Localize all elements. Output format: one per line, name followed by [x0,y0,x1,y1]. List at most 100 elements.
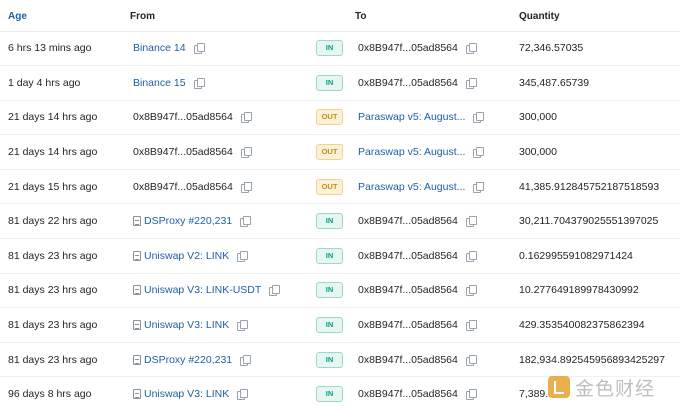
copy-icon[interactable] [465,250,477,262]
to-address[interactable]: 0x8B947f...05ad8564 [358,77,458,89]
copy-icon[interactable] [237,250,249,262]
age-cell: 96 days 8 hrs ago [8,388,92,401]
quantity-cell: 345,487.65739 [519,76,590,89]
from-address-link[interactable]: Uniswap V3: LINK [144,319,229,331]
to-address[interactable]: 0x8B947f...05ad8564 [358,250,458,262]
to-address[interactable]: 0x8B947f...05ad8564 [358,319,458,331]
age-cell: 21 days 15 hrs ago [8,180,98,193]
quantity-cell: 72,346.57035 [519,42,584,55]
to-cell: Paraswap v5: August... [358,170,485,204]
to-address-link[interactable]: Paraswap v5: August... [358,111,465,123]
from-cell: Uniswap V3: LINK [133,308,249,342]
column-header-quantity: Quantity [519,11,560,22]
copy-icon[interactable] [465,389,477,401]
from-address-link[interactable]: Uniswap V2: LINK [144,250,229,262]
copy-icon[interactable] [193,43,205,55]
to-address-link[interactable]: Paraswap v5: August... [358,146,465,158]
copy-icon[interactable] [269,285,281,297]
copy-icon[interactable] [465,320,477,332]
contract-icon [133,285,141,296]
copy-icon[interactable] [473,181,485,193]
copy-icon[interactable] [237,389,249,401]
from-address-link[interactable]: DSProxy #220,231 [144,354,232,366]
copy-icon[interactable] [240,147,252,159]
to-cell: 0x8B947f...05ad8564 [358,308,477,342]
contract-icon [133,250,141,261]
column-header-from: From [130,11,155,22]
copy-icon[interactable] [465,354,477,366]
from-address-link[interactable]: Binance 15 [133,77,186,89]
quantity-cell: 429.353540082375862394 [519,319,645,332]
to-cell: Paraswap v5: August... [358,101,485,135]
to-cell: 0x8B947f...05ad8564 [358,343,477,377]
copy-icon[interactable] [240,216,252,228]
table-row: 1 day 4 hrs ago Binance 15 IN 0x8B947f...05… [0,66,680,101]
quantity-cell: 300,000 [519,146,557,159]
to-cell: 0x8B947f...05ad8564 [358,274,477,308]
copy-icon[interactable] [473,112,485,124]
to-cell: 0x8B947f...05ad8564 [358,32,477,66]
age-cell: 1 day 4 hrs ago [8,76,81,89]
copy-icon[interactable] [465,77,477,89]
to-address-link[interactable]: Paraswap v5: August... [358,181,465,193]
table-row: 81 days 23 hrs ago Uniswap V2: LINK IN 0x8B… [0,239,680,274]
copy-icon[interactable] [193,77,205,89]
direction-badge: IN [316,74,343,91]
copy-icon[interactable] [473,147,485,159]
quantity-cell: 300,000 [519,111,557,124]
copy-icon[interactable] [465,43,477,55]
direction-badge: IN [316,351,343,368]
contract-icon [133,216,141,227]
age-cell: 6 hrs 13 mins ago [8,42,92,55]
copy-icon[interactable] [240,354,252,366]
from-cell: Uniswap V3: LINK [133,378,249,407]
from-cell: 0x8B947f...05ad8564 [133,170,252,204]
direction-badge: OUT [316,178,343,195]
copy-icon[interactable] [240,112,252,124]
from-address[interactable]: 0x8B947f...05ad8564 [133,146,233,158]
table-row: 81 days 22 hrs ago DSProxy #220,231 IN 0x8B… [0,205,680,240]
table-row: 6 hrs 13 mins ago Binance 14 IN 0x8B947f...… [0,32,680,67]
copy-icon[interactable] [465,216,477,228]
copy-icon[interactable] [240,181,252,193]
age-cell: 81 days 23 hrs ago [8,319,98,332]
age-cell: 81 days 23 hrs ago [8,353,98,366]
from-cell: 0x8B947f...05ad8564 [133,101,252,135]
to-cell: 0x8B947f...05ad8564 [358,239,477,273]
from-address-link[interactable]: DSProxy #220,231 [144,215,232,227]
copy-icon[interactable] [465,285,477,297]
from-address-link[interactable]: Binance 14 [133,42,186,54]
to-address[interactable]: 0x8B947f...05ad8564 [358,388,458,400]
to-address[interactable]: 0x8B947f...05ad8564 [358,215,458,227]
table-row: 21 days 15 hrs ago 0x8B947f...05ad8564 OUT… [0,170,680,205]
to-address[interactable]: 0x8B947f...05ad8564 [358,42,458,54]
to-cell: 0x8B947f...05ad8564 [358,66,477,100]
from-address[interactable]: 0x8B947f...05ad8564 [133,181,233,193]
from-address-link[interactable]: Uniswap V3: LINK-USDT [144,284,261,296]
direction-badge: IN [316,282,343,299]
direction-cell: IN [316,343,343,377]
from-address-link[interactable]: Uniswap V3: LINK [144,388,229,400]
table-row: 21 days 14 hrs ago 0x8B947f...05ad8564 OUT… [0,101,680,136]
watermark-text: 金色财经 [575,377,656,400]
age-cell: 21 days 14 hrs ago [8,111,98,124]
table-row: 21 days 14 hrs ago 0x8B947f...05ad8564 OUT… [0,135,680,170]
from-cell: DSProxy #220,231 [133,343,252,377]
to-address[interactable]: 0x8B947f...05ad8564 [358,354,458,366]
direction-cell: IN [316,239,343,273]
to-cell: 0x8B947f...05ad8564 [358,378,477,407]
direction-badge: OUT [316,109,343,126]
direction-badge: OUT [316,144,343,161]
contract-icon [133,320,141,331]
column-header-age[interactable]: Age [8,11,27,22]
from-address[interactable]: 0x8B947f...05ad8564 [133,111,233,123]
copy-icon[interactable] [237,320,249,332]
direction-badge: IN [316,40,343,57]
to-address[interactable]: 0x8B947f...05ad8564 [358,284,458,296]
from-cell: 0x8B947f...05ad8564 [133,135,252,169]
from-cell: DSProxy #220,231 [133,205,252,239]
age-cell: 21 days 14 hrs ago [8,146,98,159]
quantity-cell: 10.277649189978430992 [519,284,639,297]
direction-cell: IN [316,308,343,342]
quantity-cell: 30,211.704379025551397025 [519,215,659,228]
